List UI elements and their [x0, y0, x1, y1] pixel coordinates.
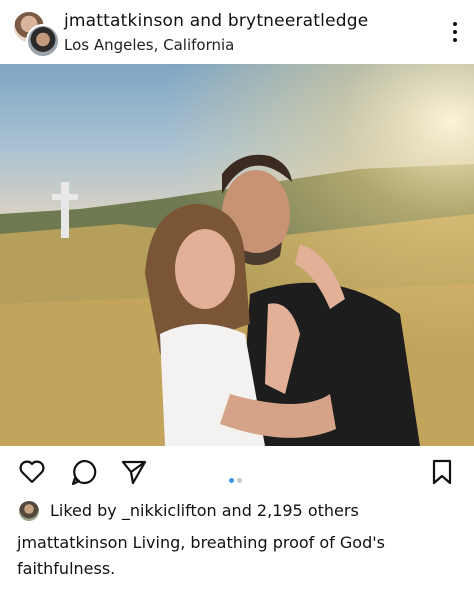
carousel-indicator: [229, 468, 245, 487]
carousel-dot-active: [229, 478, 234, 483]
post-usernames[interactable]: jmattatkinson and brytneeratledge: [64, 11, 368, 31]
post-photo[interactable]: [0, 64, 474, 446]
collab-avatars[interactable]: [12, 10, 60, 58]
post-actions: [0, 448, 474, 496]
post-caption: jmattatkinson Living, breathing proof of…: [17, 530, 457, 582]
heart-icon[interactable]: [18, 458, 46, 486]
more-vertical-icon[interactable]: [452, 22, 458, 44]
post-location[interactable]: Los Angeles, California: [64, 36, 234, 54]
post-header: jmattatkinson and brytneeratledge Los An…: [0, 0, 474, 62]
likes-row: Liked by _nikkiclifton and 2,195 others: [0, 498, 474, 526]
likes-count[interactable]: Liked by _nikkiclifton and 2,195 others: [50, 501, 359, 520]
avatar[interactable]: [19, 501, 39, 521]
comment-icon[interactable]: [70, 458, 98, 486]
send-icon[interactable]: [120, 458, 148, 486]
carousel-dot: [237, 478, 242, 483]
avatar[interactable]: [26, 24, 60, 58]
caption-username[interactable]: jmattatkinson: [17, 533, 128, 552]
bookmark-icon[interactable]: [428, 458, 456, 486]
